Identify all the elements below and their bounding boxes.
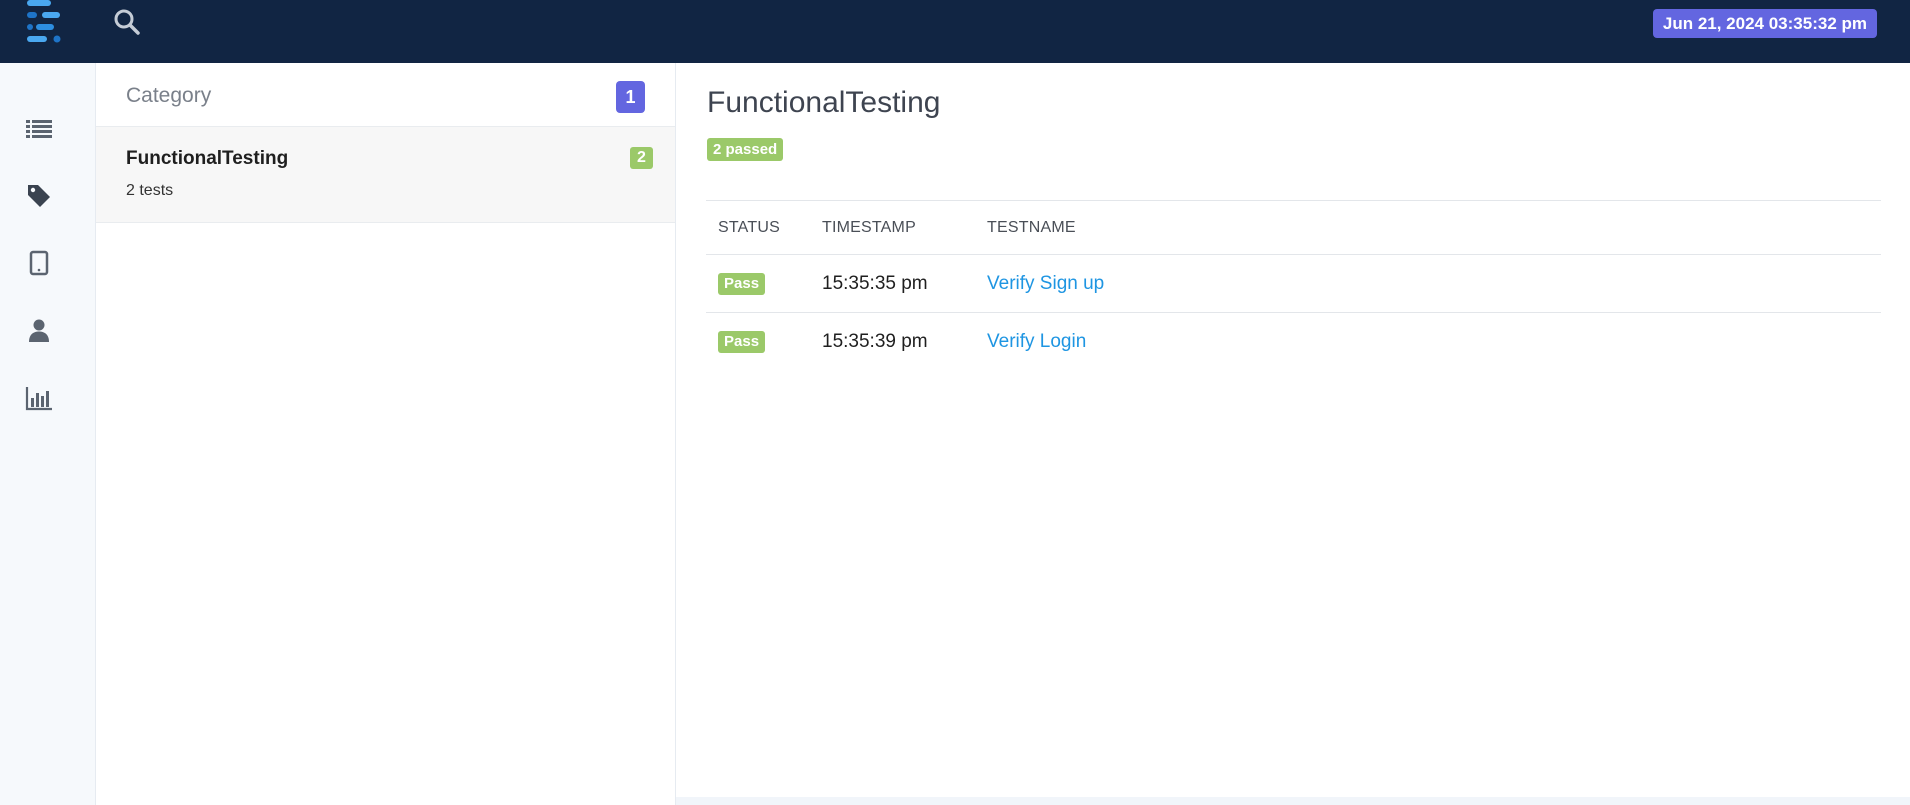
tests-table: STATUS TIMESTAMP TESTNAME Pass 15:35:35 … bbox=[706, 200, 1881, 371]
category-panel: Category 1 FunctionalTesting 2 tests 2 bbox=[96, 63, 676, 805]
tablet-icon[interactable] bbox=[25, 249, 53, 277]
category-item-functionaltesting[interactable] bbox=[96, 127, 675, 223]
user-icon[interactable] bbox=[25, 316, 53, 344]
category-item-name: FunctionalTesting bbox=[126, 148, 289, 169]
category-item-test-count: 2 tests bbox=[126, 182, 174, 199]
list-icon[interactable] bbox=[25, 114, 53, 142]
status-badge: Pass bbox=[718, 273, 766, 295]
column-header-testname: TESTNAME bbox=[975, 200, 1881, 255]
detail-title: FunctionalTesting bbox=[707, 86, 941, 119]
side-nav bbox=[0, 63, 96, 805]
category-detail-panel: FunctionalTesting 2 passed STATUS TIMEST… bbox=[676, 63, 1910, 805]
top-bar: Jun 21, 2024 03:35:32 pm bbox=[0, 0, 1910, 63]
category-count-badge: 1 bbox=[616, 81, 645, 113]
table-row: Pass 15:35:39 pm Verify Login bbox=[706, 313, 1881, 371]
category-title: Category bbox=[126, 84, 212, 107]
extent-logo-icon[interactable] bbox=[22, 0, 66, 46]
report-date-badge: Jun 21, 2024 03:35:32 pm bbox=[1652, 9, 1877, 38]
passed-count-badge: 2 passed bbox=[707, 138, 784, 161]
table-row: Pass 15:35:35 pm Verify Sign up bbox=[706, 254, 1881, 313]
tag-icon[interactable] bbox=[25, 181, 53, 209]
timestamp-cell: 15:35:35 pm bbox=[810, 254, 975, 313]
table-header-row: STATUS TIMESTAMP TESTNAME bbox=[706, 200, 1881, 255]
search-icon[interactable] bbox=[111, 6, 143, 38]
bottom-strip bbox=[676, 797, 1910, 805]
test-name-link[interactable]: Verify Login bbox=[987, 331, 1086, 352]
status-badge: Pass bbox=[718, 331, 766, 354]
bar-chart-icon[interactable] bbox=[25, 384, 53, 412]
column-header-status: STATUS bbox=[706, 200, 810, 255]
column-header-timestamp: TIMESTAMP bbox=[810, 200, 975, 255]
timestamp-cell: 15:35:39 pm bbox=[822, 330, 928, 352]
category-item-badge: 2 bbox=[630, 147, 653, 169]
category-header: Category 1 bbox=[96, 63, 675, 127]
test-name-link[interactable]: Verify Sign up bbox=[987, 273, 1104, 294]
